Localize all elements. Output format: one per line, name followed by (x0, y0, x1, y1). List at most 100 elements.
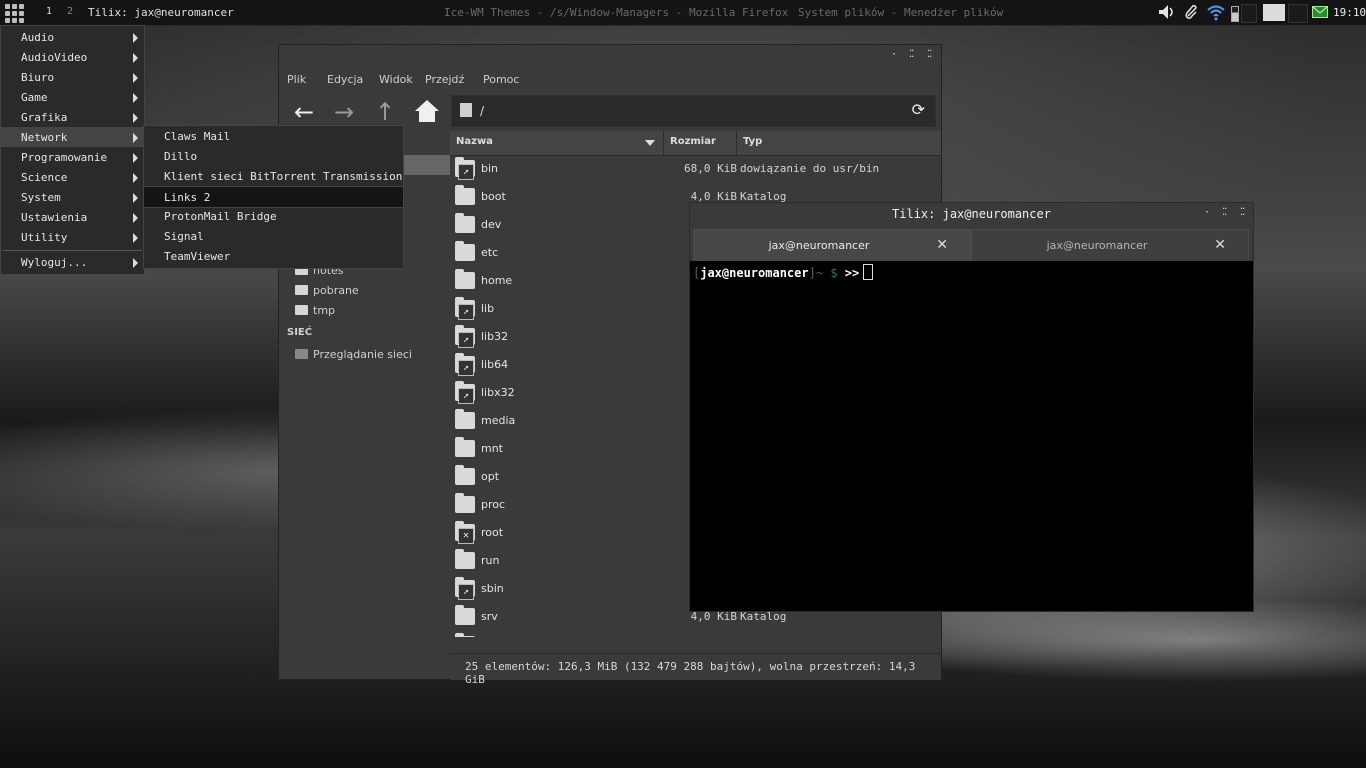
cpu-monitor-icon (1241, 4, 1257, 23)
sort-descending-icon[interactable] (645, 140, 655, 146)
menu-item-network[interactable]: Network (1, 127, 144, 147)
file-name: etc (481, 246, 499, 259)
close-tab-icon[interactable]: ✕ (1214, 237, 1226, 253)
file-name: media (481, 414, 516, 427)
terminal-body[interactable]: [jax@neuromancer]~ $ >> (690, 261, 1253, 611)
folder-icon (455, 409, 475, 429)
submenu-item-klient-sieci-bittorrent-transmission[interactable]: Klient sieci BitTorrent Transmission (144, 166, 403, 186)
maximize-icon[interactable]: ⁚⁚ (909, 49, 914, 60)
file-list-header: Nazwa Rozmiar Typ (450, 131, 941, 156)
symlink-badge-icon: ↗ (458, 164, 474, 180)
submenu-item-dillo[interactable]: Dillo (144, 146, 403, 166)
menu-item-science[interactable]: Science (1, 167, 144, 187)
submenu-item-signal[interactable]: Signal (144, 226, 403, 246)
submenu-item-links-2[interactable]: Links 2 (144, 186, 403, 208)
taskbar-task-filemanager[interactable]: System plików - Menedżer plików (798, 6, 1003, 19)
forward-arrow-icon[interactable]: → (327, 97, 361, 127)
location-path[interactable]: / (480, 104, 484, 118)
wifi-icon[interactable] (1206, 3, 1226, 21)
column-header-size[interactable]: Rozmiar (670, 136, 716, 147)
file-name: root (481, 526, 504, 539)
menu-item-label: System (21, 191, 61, 204)
menu-item-game[interactable]: Game (1, 87, 144, 107)
menu-item-biuro[interactable]: Biuro (1, 67, 144, 87)
menu-item-label: Science (21, 171, 68, 184)
submenu-arrow-icon (133, 193, 138, 203)
home-icon[interactable] (414, 99, 440, 123)
menu-item-audiovideo[interactable]: AudioVideo (1, 47, 144, 67)
terminal-titlebar[interactable]: Tilix: jax@neuromancer · ⁚⁚ ⁚⁚ (690, 203, 1253, 225)
folder-icon (455, 185, 475, 205)
folder-icon (455, 437, 475, 457)
start-menu: Audio AudioVideo Biuro Game Grafika Network Pr… (0, 25, 145, 275)
menu-item-wyloguj[interactable]: Wyloguj... (1, 252, 144, 272)
submenu-item-label: Claws Mail (164, 130, 231, 143)
sidebar-item-tmp[interactable]: tmp (295, 304, 335, 317)
file-manager-titlebar[interactable]: · ⁚⁚ ⁚⁚ (279, 45, 941, 67)
reload-icon[interactable]: ⟳ (912, 100, 925, 119)
menu-widok[interactable]: Widok (379, 73, 413, 86)
column-header-name[interactable]: Nazwa (456, 136, 493, 147)
prompt-dir: ~ (815, 266, 824, 280)
close-tab-icon[interactable]: ✕ (936, 237, 948, 253)
menu-item-audio[interactable]: Audio (1, 27, 144, 47)
drive-icon (460, 103, 472, 117)
file-name: srv (481, 610, 498, 623)
menu-pomoc[interactable]: Pomoc (483, 73, 519, 86)
submenu-arrow-icon (133, 113, 138, 123)
folder-icon (455, 465, 475, 485)
location-bar[interactable]: / ⟳ (451, 95, 936, 127)
file-name: run (481, 554, 500, 567)
submenu-item-teamviewer[interactable]: TeamViewer (144, 246, 403, 266)
folder-icon (455, 633, 475, 637)
volume-icon[interactable] (1158, 4, 1176, 20)
menu-przejdz[interactable]: Przejdź (425, 73, 464, 86)
submenu-item-label: Signal (164, 230, 204, 243)
battery-icon (1231, 6, 1239, 22)
file-name: home (481, 274, 513, 287)
file-row[interactable]: sys0 bajtówKatalog (450, 631, 941, 637)
back-arrow-icon[interactable]: ← (287, 97, 321, 127)
menu-item-label: Game (21, 91, 48, 104)
column-separator[interactable] (663, 131, 664, 155)
app-grid-icon[interactable] (4, 3, 26, 24)
terminal-tab-2[interactable]: jax@neuromancer ✕ (971, 229, 1249, 262)
menu-item-system[interactable]: System (1, 187, 144, 207)
minimize-icon[interactable]: · (891, 49, 897, 60)
folder-icon (295, 305, 308, 315)
menu-item-label: Programowanie (21, 151, 108, 164)
clock[interactable]: 19:10 (1333, 6, 1366, 19)
maximize-icon[interactable]: ⁚⁚ (1222, 207, 1227, 218)
column-separator[interactable] (736, 131, 737, 155)
folder-icon (455, 241, 475, 261)
close-icon[interactable]: ⁚⁚ (1240, 207, 1245, 218)
sidebar-item-browse-network[interactable]: Przeglądanie sieci (295, 348, 412, 361)
menu-item-ustawienia[interactable]: Ustawienia (1, 207, 144, 227)
menu-item-grafika[interactable]: Grafika (1, 107, 144, 127)
menu-item-label: Biuro (21, 71, 55, 84)
close-icon[interactable]: ⁚⁚ (927, 49, 932, 60)
menu-edycja[interactable]: Edycja (327, 73, 363, 86)
submenu-arrow-icon (133, 233, 138, 243)
menu-item-label: Network (21, 131, 68, 144)
minimize-icon[interactable]: · (1204, 207, 1210, 218)
taskbar-task-firefox[interactable]: Ice-WM Themes - /s/Window-Managers - Moz… (444, 6, 788, 19)
workspace-1-button[interactable]: 1 (46, 6, 52, 17)
menu-item-programowanie[interactable]: Programowanie (1, 147, 144, 167)
sidebar-item-pobrane[interactable]: pobrane (295, 284, 359, 297)
file-row[interactable]: ↗ bin 68,0 KiB dowiązanie do usr/bin (450, 155, 941, 183)
taskbar-active-window[interactable]: Tilix: jax@neuromancer (88, 6, 234, 19)
submenu-arrow-icon (133, 153, 138, 163)
workspace-2-button[interactable]: 2 (67, 6, 73, 17)
menu-plik[interactable]: Plik (287, 73, 306, 86)
submenu-item-protonmail-bridge[interactable]: ProtonMail Bridge (144, 206, 403, 226)
terminal-tab-1[interactable]: jax@neuromancer ✕ (693, 229, 971, 262)
menu-item-label: AudioVideo (21, 51, 88, 64)
submenu-item-claws-mail[interactable]: Claws Mail (144, 126, 403, 146)
paperclip-icon[interactable] (1184, 4, 1200, 20)
menu-item-utility[interactable]: Utility (1, 227, 144, 247)
mail-icon[interactable] (1312, 6, 1328, 18)
file-name: lib64 (481, 358, 509, 371)
column-header-type[interactable]: Typ (743, 136, 762, 147)
up-arrow-icon[interactable]: ↑ (368, 97, 402, 127)
